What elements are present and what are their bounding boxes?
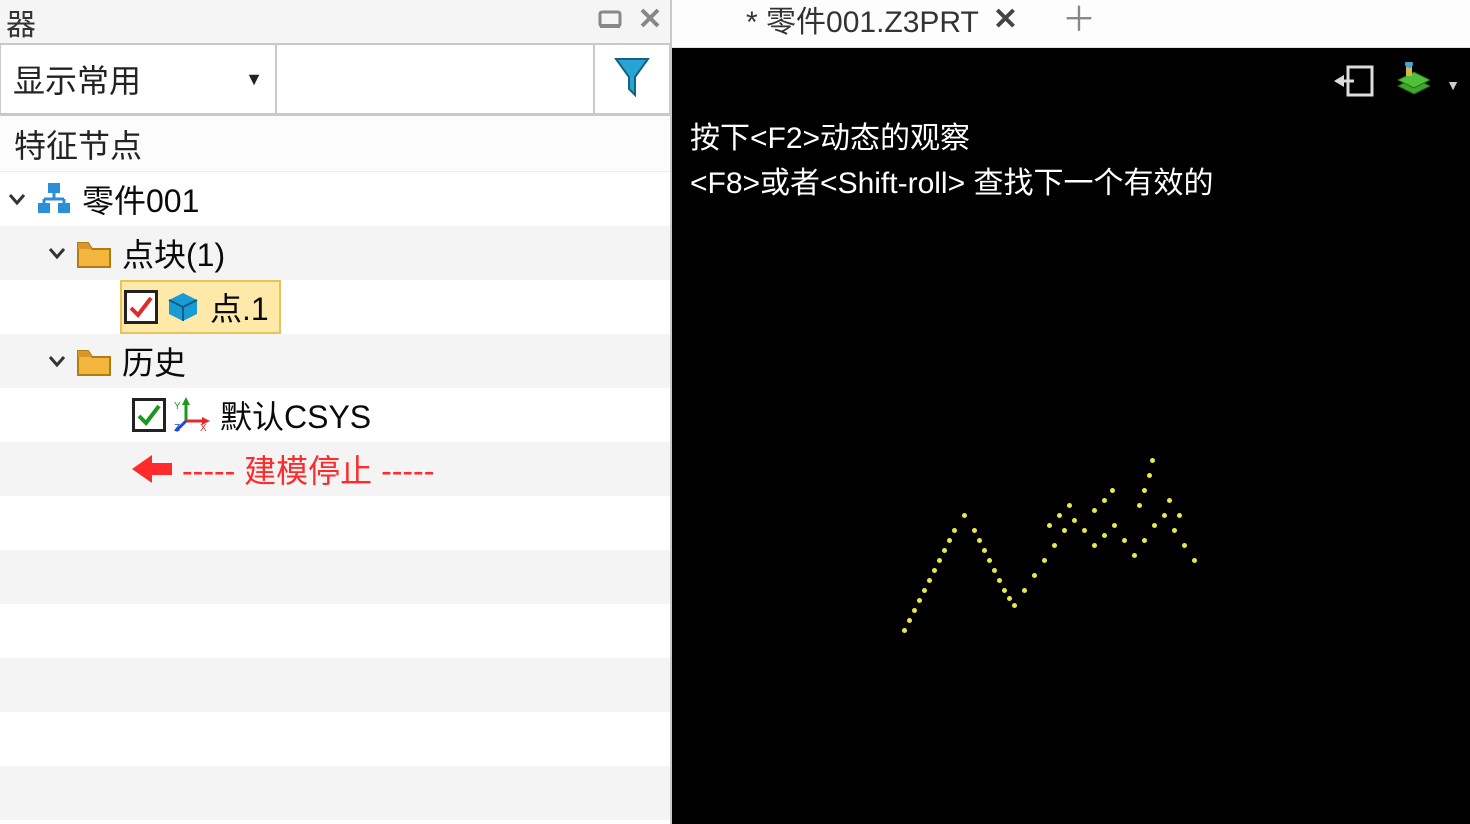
tree-root-part[interactable]: 零件001: [0, 172, 670, 226]
visibility-checkbox[interactable]: [132, 398, 166, 432]
exit-icon[interactable]: [1334, 63, 1376, 107]
filter-text-input[interactable]: [275, 43, 595, 115]
folder-icon: [76, 237, 112, 269]
csys-icon: Y X Z: [174, 397, 210, 433]
hint-line-1: 按下<F2>动态的观察: [690, 116, 1213, 161]
feature-tree: 零件001 点块(1) 点.1: [0, 172, 670, 824]
display-mode-dropdown[interactable]: 显示常用 ▼: [0, 43, 277, 115]
tree-node-label: 零件001: [82, 176, 199, 222]
viewport-panel: * 零件001.Z3PRT ✕ ＋ ▼ 按下<F2>动态的观察 <F8>或者<S…: [672, 0, 1470, 824]
section-header: 特征节点: [0, 116, 670, 172]
dropdown-label: 显示常用: [13, 56, 141, 102]
document-tab-bar: * 零件001.Z3PRT ✕ ＋: [672, 0, 1470, 48]
svg-text:Y: Y: [174, 401, 181, 412]
minimize-icon[interactable]: [596, 4, 624, 39]
arrow-left-icon: [132, 453, 172, 485]
caret-down-icon: ▼: [245, 69, 263, 90]
point-cloud-geometry: [892, 448, 1432, 668]
empty-row: [0, 496, 670, 550]
tree-item-point1[interactable]: 点.1: [0, 280, 670, 334]
empty-row: [0, 550, 670, 604]
chevron-down-icon[interactable]: [44, 240, 70, 266]
caret-down-icon[interactable]: ▼: [1446, 77, 1460, 93]
selected-highlight: 点.1: [120, 280, 281, 334]
viewport-toolbar: ▼: [1334, 62, 1460, 108]
hint-line-2: <F8>或者<Shift-roll> 查找下一个有效的: [690, 161, 1213, 206]
stack-icon[interactable]: [1392, 62, 1430, 108]
svg-text:X: X: [200, 423, 207, 433]
tree-group-pointblock[interactable]: 点块(1): [0, 226, 670, 280]
tab-label: * 零件001.Z3PRT: [746, 0, 979, 41]
new-tab-button[interactable]: ＋: [1062, 0, 1096, 47]
viewport-hint-text: 按下<F2>动态的观察 <F8>或者<Shift-roll> 查找下一个有效的: [690, 116, 1213, 206]
empty-row: [0, 604, 670, 658]
panel-titlebar: 器: [0, 0, 670, 44]
document-tab[interactable]: * 零件001.Z3PRT ✕: [732, 0, 1032, 47]
tree-modeling-stop[interactable]: ----- 建模停止 -----: [0, 442, 670, 496]
tree-item-default-csys[interactable]: Y X Z 默认CSYS: [0, 388, 670, 442]
feature-tree-panel: 器 显示常用 ▼ 特征节点: [0, 0, 672, 824]
tree-node-label: 历史: [122, 338, 186, 384]
close-icon[interactable]: ✕: [993, 2, 1018, 37]
tree-node-label: ----- 建模停止 -----: [182, 446, 434, 492]
hierarchy-icon: [36, 181, 72, 217]
chevron-down-icon[interactable]: [44, 348, 70, 374]
close-icon[interactable]: [636, 4, 664, 39]
cube-icon: [166, 290, 200, 324]
chevron-down-icon[interactable]: [4, 186, 30, 212]
tree-node-label: 点块(1): [122, 230, 225, 276]
filter-button[interactable]: [593, 43, 671, 115]
plus-icon: ＋: [1062, 1, 1096, 39]
folder-icon: [76, 345, 112, 377]
svg-text:Z: Z: [174, 423, 180, 433]
empty-row: [0, 658, 670, 712]
panel-window-controls: [596, 4, 664, 39]
visibility-checkbox[interactable]: [124, 290, 158, 324]
tree-group-history[interactable]: 历史: [0, 334, 670, 388]
funnel-icon: [614, 55, 650, 104]
empty-row: [0, 766, 670, 820]
tree-node-label: 默认CSYS: [220, 392, 371, 438]
tree-node-label: 点.1: [210, 284, 269, 330]
panel-title-fragment: 器: [6, 0, 36, 44]
filter-row: 显示常用 ▼: [0, 44, 670, 116]
empty-row: [0, 712, 670, 766]
3d-viewport[interactable]: ▼ 按下<F2>动态的观察 <F8>或者<Shift-roll> 查找下一个有效…: [672, 48, 1470, 824]
